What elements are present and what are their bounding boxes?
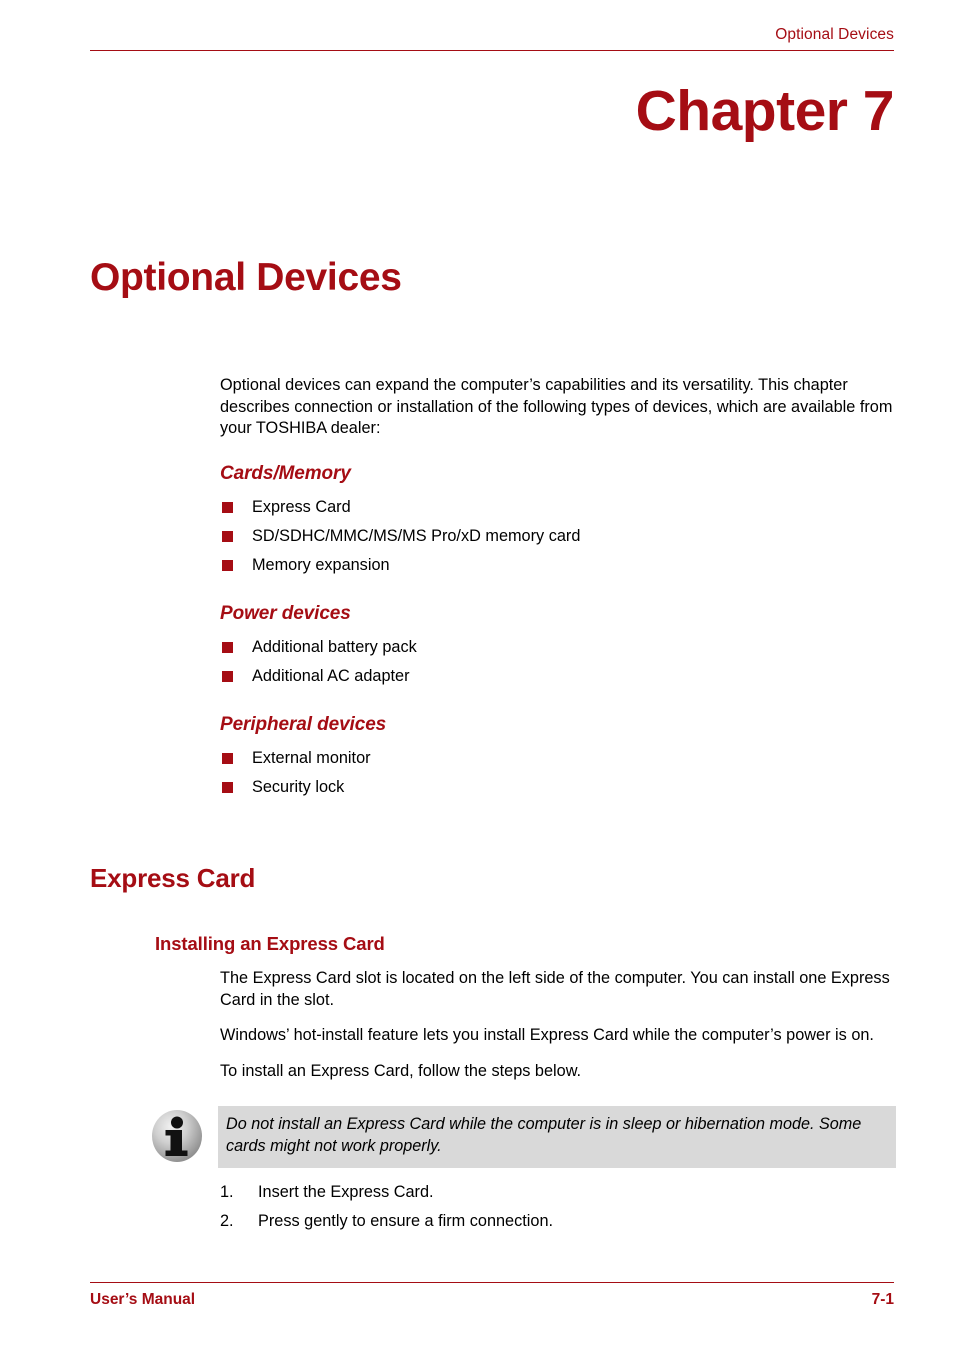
steps-section: 1. Insert the Express Card. 2. Press gen… [220,1178,896,1236]
square-bullet-icon [222,752,233,764]
list-item-label: Additional battery pack [252,637,417,656]
device-list: Additional battery pack Additional AC ad… [220,633,896,691]
note-callout: Do not install an Express Card while the… [150,1106,896,1168]
device-group-power-devices: Power devices Additional battery pack Ad… [220,602,896,691]
running-header-title: Optional Devices [775,26,894,43]
list-item-label: SD/SDHC/MMC/MS/MS Pro/xD memory card [252,526,581,545]
footer-divider [90,1282,894,1283]
running-header: Optional Devices [90,26,894,51]
list-item-label: Additional AC adapter [252,666,410,685]
intro-section: Optional devices can expand the computer… [220,375,896,802]
document-page: Optional Devices Chapter 7 Optional Devi… [0,0,954,1351]
group-heading: Power devices [220,602,351,624]
list-item: Additional AC adapter [220,662,896,691]
step-item: 1. Insert the Express Card. [220,1178,896,1207]
chapter-number: Chapter 7 [635,79,895,143]
square-bullet-icon [222,530,233,542]
square-bullet-icon [222,559,233,571]
info-icon [152,1110,202,1162]
page-title: Optional Devices [90,256,402,299]
page-footer: User’s Manual 7-1 [90,1282,894,1309]
square-bullet-icon [222,641,233,653]
device-list: External monitor Security lock [220,744,896,802]
list-item-label: Memory expansion [252,555,390,574]
step-label: Insert the Express Card. [258,1183,434,1201]
section-paragraph: Windows’ hot-install feature lets you in… [220,1026,874,1044]
section-paragraph: The Express Card slot is located on the … [220,969,890,1009]
express-card-body: The Express Card slot is located on the … [220,968,896,1082]
list-item: External monitor [220,744,896,773]
square-bullet-icon [222,781,233,793]
note-text: Do not install an Express Card while the… [226,1115,862,1155]
device-group-cards-memory: Cards/Memory Express Card SD/SDHC/MMC/MS… [220,462,896,580]
steps-list: 1. Insert the Express Card. 2. Press gen… [220,1178,896,1236]
device-group-peripheral-devices: Peripheral devices External monitor Secu… [220,713,896,802]
list-item: Memory expansion [220,551,896,580]
step-number: 2. [220,1212,234,1230]
header-divider [90,50,894,51]
intro-paragraph: Optional devices can expand the computer… [220,376,893,437]
group-heading: Cards/Memory [220,462,351,484]
group-heading: Peripheral devices [220,713,387,735]
step-item: 2. Press gently to ensure a firm connect… [220,1207,896,1236]
list-item-label: External monitor [252,748,371,767]
section-heading-express-card: Express Card [90,863,256,893]
list-item: Security lock [220,773,896,802]
square-bullet-icon [222,501,233,513]
list-item: Additional battery pack [220,633,896,662]
footer-manual-label: User’s Manual [90,1291,196,1308]
step-label: Press gently to ensure a firm connection… [258,1212,554,1230]
subsection-heading-installing: Installing an Express Card [155,933,385,954]
footer-page-number: 7-1 [871,1291,894,1308]
list-item-label: Express Card [252,497,351,516]
section-paragraph: To install an Express Card, follow the s… [220,1061,582,1080]
list-item: SD/SDHC/MMC/MS/MS Pro/xD memory card [220,522,896,551]
footer-row: User’s Manual 7-1 [90,1290,894,1309]
list-item: Express Card [220,493,896,522]
list-item-label: Security lock [252,777,345,796]
square-bullet-icon [222,670,233,682]
step-number: 1. [220,1183,234,1201]
device-list: Express Card SD/SDHC/MMC/MS/MS Pro/xD me… [220,493,896,580]
note-box: Do not install an Express Card while the… [218,1106,896,1168]
